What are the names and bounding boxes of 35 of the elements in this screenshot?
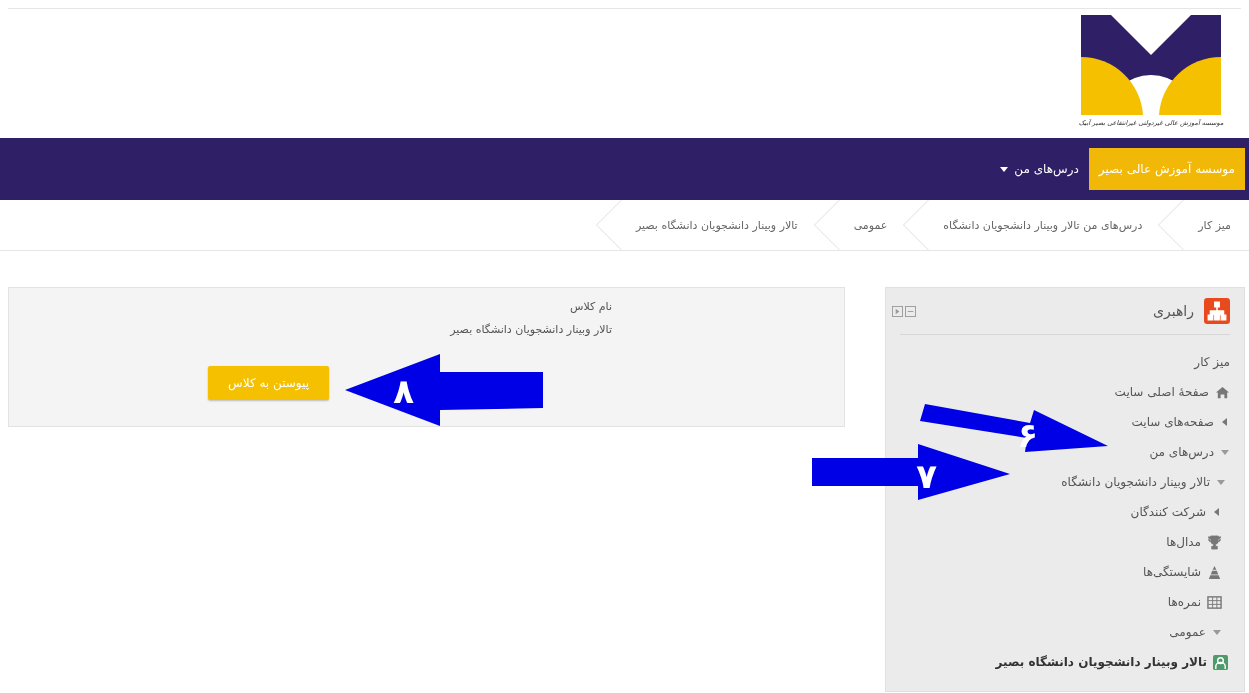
caret-left-icon[interactable] (1212, 507, 1222, 517)
navigation-link[interactable]: میز کار (1194, 355, 1230, 369)
navigation-link[interactable]: تالار وبینار دانشجویان دانشگاه (1061, 475, 1210, 489)
table-icon (1207, 594, 1222, 610)
breadcrumb-link[interactable]: درس‌های من تالار وبینار دانشجویان دانشگاه (931, 218, 1157, 232)
caret-left-icon[interactable] (1220, 417, 1230, 427)
navigation-link[interactable]: عمومی (1169, 625, 1206, 639)
navigation-link[interactable]: شرکت کنندگان (1130, 505, 1206, 519)
step-number: ۷ (916, 456, 937, 496)
class-name: تالار وبینار دانشجویان دانشگاه بصیر (450, 323, 612, 336)
navigation-link[interactable]: صفحه‌های سایت (1131, 415, 1214, 429)
minimize-icon[interactable] (905, 305, 916, 317)
block-title: راهبری (1153, 303, 1194, 319)
home-icon (1215, 384, 1230, 400)
sitemap-icon (1204, 298, 1230, 324)
navigation-link[interactable]: درس‌های من (1149, 445, 1214, 459)
caret-down-icon[interactable] (1220, 447, 1230, 457)
breadcrumb-link[interactable]: عمومی (841, 218, 902, 232)
navigation-link[interactable]: مدال‌ها (1166, 535, 1201, 549)
navigation-link[interactable]: شایستگی‌ها (1143, 565, 1201, 579)
caret-down-icon[interactable] (1216, 477, 1226, 487)
step-number: ۶ (1017, 415, 1038, 455)
navigation-link[interactable]: تالار وبینار دانشجویان دانشگاه بصیر (995, 655, 1207, 669)
people-icon (1213, 654, 1228, 670)
step-number: ۸ (393, 371, 414, 411)
breadcrumb-link[interactable]: تالار وبینار دانشجویان دانشگاه بصیر (623, 218, 812, 232)
pyramid-icon (1207, 564, 1222, 580)
navigation-link[interactable]: صفحهٔ اصلی سایت (1114, 385, 1209, 399)
nav-menu-item[interactable]: درس‌های من (990, 148, 1089, 190)
navigation-link[interactable]: نمره‌ها (1167, 595, 1201, 609)
dock-icon[interactable] (892, 305, 903, 317)
class-heading: نام کلاس (570, 300, 612, 313)
caret-down-icon[interactable] (1212, 627, 1222, 637)
breadcrumb-link[interactable]: میز کار (1186, 218, 1245, 232)
trophy-icon (1207, 534, 1222, 550)
